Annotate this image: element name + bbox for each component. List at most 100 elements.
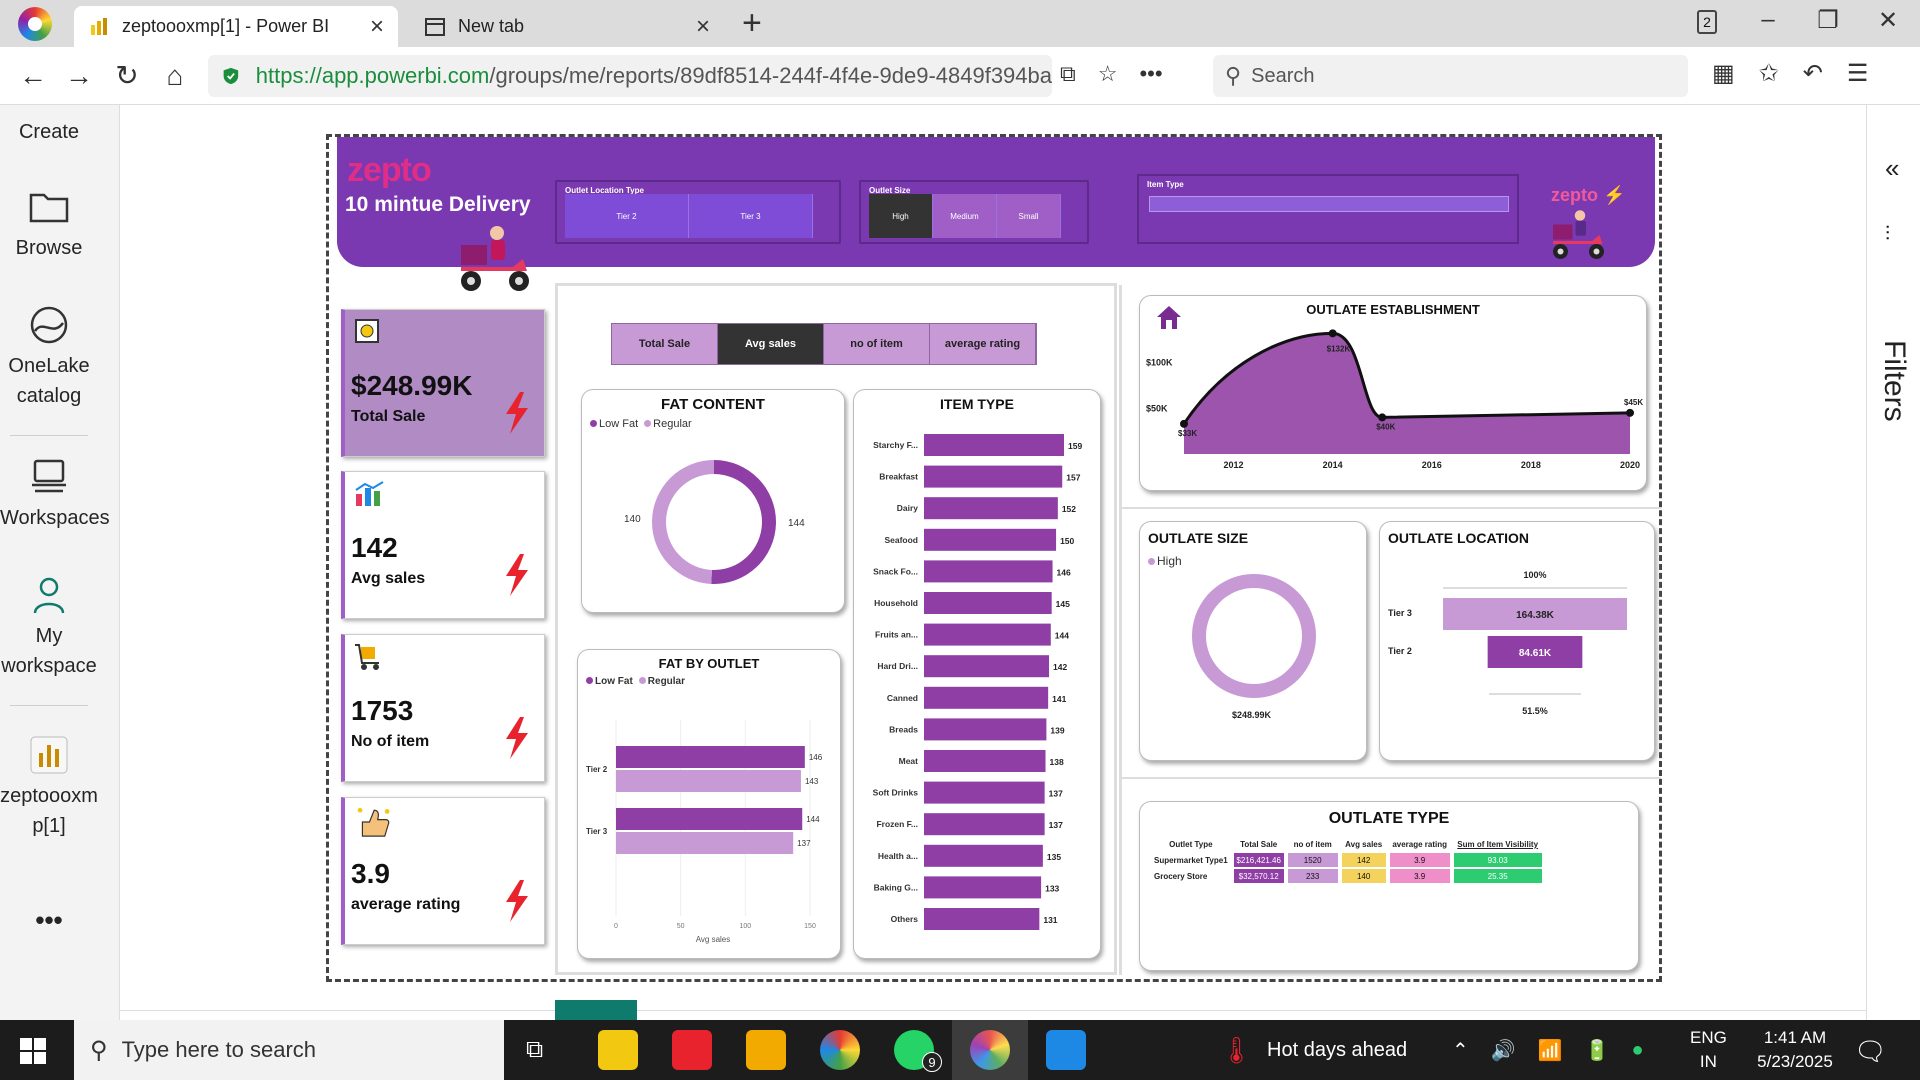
taskbar-search[interactable]: ⚲ Type here to search (74, 1020, 504, 1080)
category-label: Fruits an... (875, 630, 918, 640)
data-label: 144 (788, 518, 805, 529)
rail-item-report[interactable]: zeptoooxm p[1] (0, 733, 98, 841)
data-label: 137 (1049, 789, 1063, 799)
rail-item-my-workspace[interactable]: My workspace (0, 573, 98, 681)
browser-logo-icon[interactable] (18, 7, 52, 41)
file-explorer-icon[interactable] (746, 1030, 786, 1070)
more-icon[interactable]: ••• (1139, 61, 1162, 87)
star-icon[interactable]: ☆ (1098, 61, 1118, 87)
rail-more-icon[interactable]: ••• (0, 905, 98, 935)
data-point (1180, 419, 1188, 428)
apps-grid-icon[interactable]: ▦ (1712, 59, 1735, 88)
search-input[interactable]: ⚲ Search (1213, 55, 1688, 97)
slicer-outlet-size: Outlet Size High Medium Small (859, 180, 1089, 244)
tick-label: 2012 (1224, 460, 1244, 470)
rail-item-onelake[interactable]: OneLake catalog (0, 303, 98, 411)
column-header[interactable]: Outlet Type (1152, 838, 1230, 851)
notifications-icon[interactable]: 🗨 (1854, 1036, 1887, 1067)
column-header[interactable]: Avg sales (1342, 838, 1386, 851)
column-header[interactable]: average rating (1390, 838, 1450, 851)
language-indicator[interactable]: ENG IN (1690, 1026, 1727, 1074)
forward-icon[interactable]: → (62, 59, 96, 93)
legend-item: Regular (638, 676, 685, 687)
history-icon[interactable]: ↶ (1803, 59, 1823, 88)
minimize-icon[interactable]: – (1748, 6, 1788, 34)
outlet-establishment-card[interactable]: OUTLATE ESTABLISHMENT $100K $50K 2012 2014 2… (1139, 295, 1647, 491)
fat-content-card[interactable]: FAT CONTENT Low Fat Regular 144 140 (581, 389, 845, 613)
close-window-icon[interactable]: ✕ (1868, 6, 1908, 35)
fat-by-outlet-chart: 0 50 100 150 Avg sales Tier 2 146 143 Tier 3 144 1… (586, 720, 823, 944)
battery-icon[interactable]: 🔋 (1585, 1038, 1610, 1063)
slicer-option-high[interactable]: High (869, 194, 933, 238)
column-header[interactable]: Total Sale (1234, 838, 1284, 851)
filters-label[interactable]: Filters (1877, 340, 1911, 422)
reload-icon[interactable]: ↻ (110, 59, 144, 93)
category-label: Seafood (884, 535, 918, 545)
powerbi-taskbar-icon[interactable] (598, 1030, 638, 1070)
item-type-chart: Starchy F... 159 Breakfast 157 Dairy 152 Seafo… (873, 434, 1082, 930)
tick-label: $50K (1146, 403, 1168, 413)
slicer-option-tier3[interactable]: Tier 3 (689, 194, 813, 238)
kpi-card-no-of-item[interactable]: 1753 No of item (341, 634, 545, 782)
bar (924, 560, 1053, 583)
close-tab-icon[interactable]: × (370, 13, 384, 41)
rail-item-workspaces[interactable]: Workspaces (0, 455, 110, 533)
window-count-badge[interactable]: 2 (1697, 10, 1717, 34)
measure-button-no-of-item[interactable]: no of item (824, 324, 930, 364)
outlet-location-card[interactable]: OUTLATE LOCATION 100% Tier 3 164.38K Tier 2… (1379, 521, 1655, 761)
back-icon[interactable]: ← (16, 59, 50, 93)
slicer-option-medium[interactable]: Medium (933, 194, 997, 238)
wifi-icon[interactable]: 📶 (1538, 1038, 1563, 1063)
column-header[interactable]: no of item (1288, 838, 1338, 851)
item-type-card[interactable]: ITEM TYPE Starchy F... 159 Breakfast 157 Dai… (853, 389, 1101, 959)
close-tab-icon[interactable]: × (696, 13, 710, 41)
translate-icon[interactable]: ⧉ (1060, 61, 1076, 87)
legend-item: High (1148, 554, 1182, 568)
rail-item-browse[interactable]: Browse (0, 185, 98, 263)
url-field[interactable]: https://app.powerbi.com/groups/me/report… (208, 55, 1052, 97)
volume-icon[interactable]: 🔊 (1491, 1038, 1516, 1063)
slicer-option-small[interactable]: Small (997, 194, 1061, 238)
favorites-icon[interactable]: ✩ (1759, 59, 1779, 88)
page-tab-active[interactable] (555, 1000, 637, 1020)
item-type-dropdown[interactable] (1149, 196, 1509, 212)
measure-button-avg-sales[interactable]: Avg sales (718, 324, 824, 364)
slicer-option-tier2[interactable]: Tier 2 (565, 194, 689, 238)
weather-widget[interactable]: 🌡 Hot days ahead (1220, 1020, 1407, 1080)
tab-new[interactable]: New tab × (412, 6, 722, 47)
column-header[interactable]: Sum of Item Visibility (1454, 838, 1542, 851)
rail-item-label: Workspaces (0, 507, 110, 529)
clock[interactable]: 1:41 AM 5/23/2025 (1740, 1026, 1850, 1074)
measure-button-total-sale[interactable]: Total Sale (612, 324, 718, 364)
photos-icon[interactable] (1046, 1030, 1086, 1070)
filter-icon[interactable]: ⫶ (1885, 223, 1890, 246)
measure-button-average-rating[interactable]: average rating (930, 324, 1036, 364)
menu-icon[interactable]: ☰ (1847, 59, 1869, 88)
data-label: 84.61K (1519, 648, 1552, 659)
rail-item-create[interactable]: Create (0, 117, 98, 147)
outlet-type-card[interactable]: OUTLATE TYPE Outlet Type Total Sale no o… (1139, 801, 1639, 971)
wps-taskbar-icon[interactable] (672, 1030, 712, 1070)
kpi-card-total-sale[interactable]: $248.99K Total Sale (341, 309, 545, 457)
restore-icon[interactable]: ❐ (1808, 6, 1848, 35)
security-icon[interactable]: ● (1631, 1039, 1643, 1062)
windows-start-icon[interactable] (20, 1038, 46, 1064)
fat-by-outlet-card[interactable]: FAT BY OUTLET Low Fat Regular 0 50 100 150 A… (577, 649, 841, 959)
bar (924, 465, 1063, 488)
kpi-card-average-rating[interactable]: 3.9 average rating (341, 797, 545, 945)
chevron-up-icon[interactable]: ⌃ (1452, 1038, 1469, 1063)
kpi-card-avg-sales[interactable]: 142 Avg sales (341, 471, 545, 619)
tab-powerbi[interactable]: zeptoooxmp[1] - Power BI × (74, 6, 398, 47)
search-icon: ⚲ (1225, 63, 1242, 88)
task-view-icon[interactable]: ⧉ (526, 1036, 543, 1064)
collapse-filters-icon[interactable]: « (1885, 153, 1899, 184)
new-tab-button[interactable]: + (742, 4, 762, 43)
data-label: 142 (1053, 662, 1067, 672)
category-label: Starchy F... (873, 440, 918, 450)
tick-label: $100K (1146, 358, 1173, 368)
chrome-icon[interactable] (820, 1030, 860, 1070)
home-icon[interactable]: ⌂ (158, 59, 192, 93)
funnel-pct: 51.5% (1522, 706, 1548, 716)
outlet-size-card[interactable]: OUTLATE SIZE High $248.99K (1139, 521, 1367, 761)
category-label: Dairy (897, 503, 919, 513)
